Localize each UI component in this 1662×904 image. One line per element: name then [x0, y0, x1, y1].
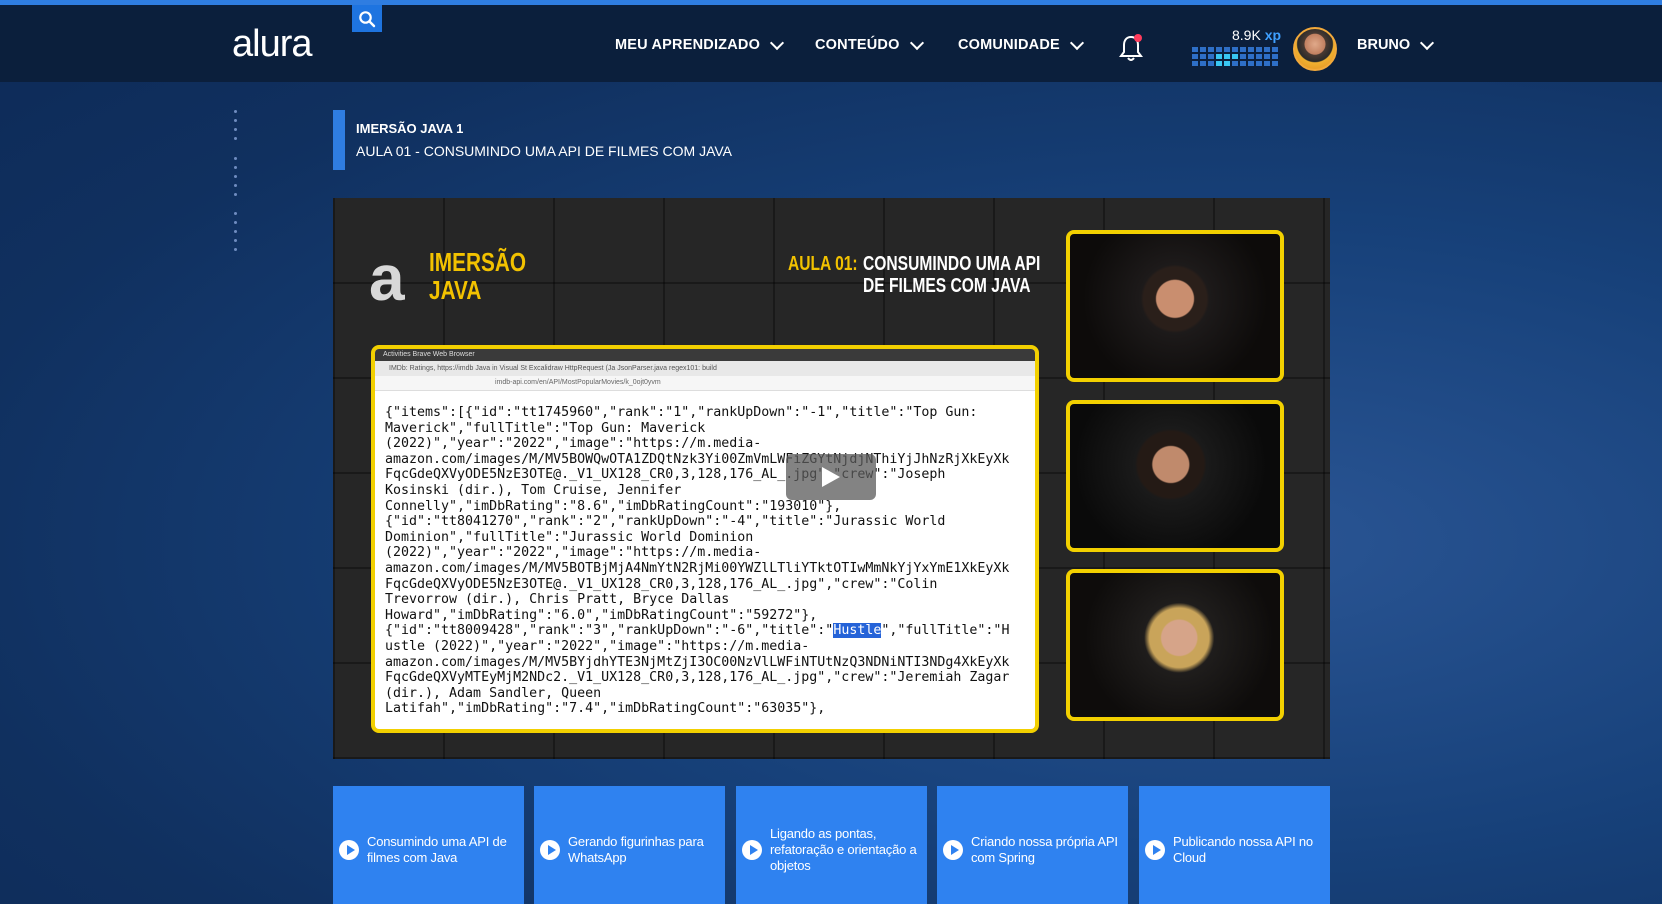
play-circle-icon [943, 840, 963, 860]
sidebar-dots-group-3[interactable] [234, 212, 237, 257]
play-circle-icon [1145, 840, 1165, 860]
nav-label: COMUNIDADE [958, 37, 1060, 53]
play-circle-icon [339, 840, 359, 860]
code-highlight: Hustle [833, 623, 882, 639]
video-aula-title: CONSUMINDO UMA API DE FILMES COM JAVA [863, 253, 1040, 297]
screen-os-topbar: Activities Brave Web Browser [375, 349, 1035, 361]
video-screen-capture: Activities Brave Web Browser IMDb: Ratin… [371, 345, 1039, 733]
lesson-card-1[interactable]: Consumindo uma API de filmes com Java [333, 786, 524, 904]
video-aula-title-line2: DE FILMES COM JAVA [863, 275, 1031, 297]
screen-browser-tabs: IMDb: Ratings, https://imdb Java in Visu… [375, 361, 1035, 376]
chevron-down-icon [1069, 35, 1084, 50]
lesson-accent-bar [333, 110, 345, 170]
lesson-card-4[interactable]: Criando nossa própria API com Spring [937, 786, 1128, 904]
sidebar-dots-group-1[interactable] [234, 110, 237, 146]
chevron-down-icon [909, 35, 924, 50]
search-button[interactable] [352, 5, 382, 32]
lesson-card-label: Ligando as pontas, refatoração e orienta… [770, 826, 917, 873]
play-icon[interactable] [786, 454, 876, 500]
xp-counter: 8.9K xp [1232, 27, 1281, 43]
video-brand-logo: a [369, 242, 405, 314]
video-imersao-title: IMERSÃO JAVA [429, 248, 526, 304]
nav-meu-aprendizado[interactable]: MEU APRENDIZADO [615, 35, 785, 53]
chevron-down-icon [769, 35, 785, 50]
lesson-card-3[interactable]: Ligando as pontas, refatoração e orienta… [736, 786, 927, 904]
chevron-down-icon [1420, 35, 1435, 50]
bell-icon[interactable] [1117, 33, 1145, 63]
lesson-card-2[interactable]: Gerando figurinhas para WhatsApp [534, 786, 725, 904]
video-player[interactable]: a IMERSÃO JAVA AULA 01: CONSUMINDO UMA A… [333, 198, 1330, 759]
video-aula-title-line1: CONSUMINDO UMA API [863, 253, 1041, 275]
xp-unit: xp [1264, 27, 1282, 43]
screen-json-text: {"items":[{"id":"tt1745960","rank":"1","… [375, 391, 1035, 717]
presenter-camera-3 [1066, 569, 1284, 721]
play-circle-icon [742, 840, 762, 860]
nav-comunidade[interactable]: COMUNIDADE [958, 35, 1084, 53]
lesson-card-5[interactable]: Publicando nossa API no Cloud [1139, 786, 1330, 904]
course-title: IMERSÃO JAVA 1 [356, 121, 464, 136]
lesson-card-label: Gerando figurinhas para WhatsApp [568, 834, 704, 865]
xp-level-bars [1192, 47, 1278, 66]
play-circle-icon [540, 840, 560, 860]
video-aula-label: AULA 01: [788, 253, 858, 275]
nav-label: MEU APRENDIZADO [615, 37, 761, 53]
nav-label: CONTEÚDO [815, 37, 900, 53]
lesson-card-label: Consumindo uma API de filmes com Java [367, 834, 507, 865]
video-imersao-line2: JAVA [429, 275, 482, 305]
user-menu[interactable]: BRUNO [1357, 35, 1435, 53]
sidebar-dots-group-2[interactable] [234, 157, 237, 202]
alura-logo[interactable]: alura [232, 23, 312, 66]
lesson-card-label: Publicando nossa API no Cloud [1173, 834, 1313, 865]
avatar[interactable] [1293, 27, 1337, 71]
nav-conteudo[interactable]: CONTEÚDO [815, 35, 924, 53]
username: BRUNO [1357, 37, 1411, 53]
lesson-title: AULA 01 - CONSUMINDO UMA API DE FILMES C… [356, 143, 733, 159]
xp-value: 8.9K [1232, 27, 1261, 43]
top-header: alura MEU APRENDIZADO CONTEÚDO COMUNIDAD… [0, 5, 1662, 82]
lesson-card-label: Criando nossa própria API com Spring [971, 834, 1118, 865]
presenter-camera-1 [1066, 230, 1284, 382]
search-icon [359, 10, 376, 27]
code-before: {"items":[{"id":"tt1745960","rank":"1","… [385, 405, 1010, 639]
presenter-camera-2 [1066, 400, 1284, 552]
screen-url-bar: imdb-api.com/en/API/MostPopularMovies/k_… [375, 376, 1035, 391]
video-imersao-line1: IMERSÃO [429, 247, 527, 277]
